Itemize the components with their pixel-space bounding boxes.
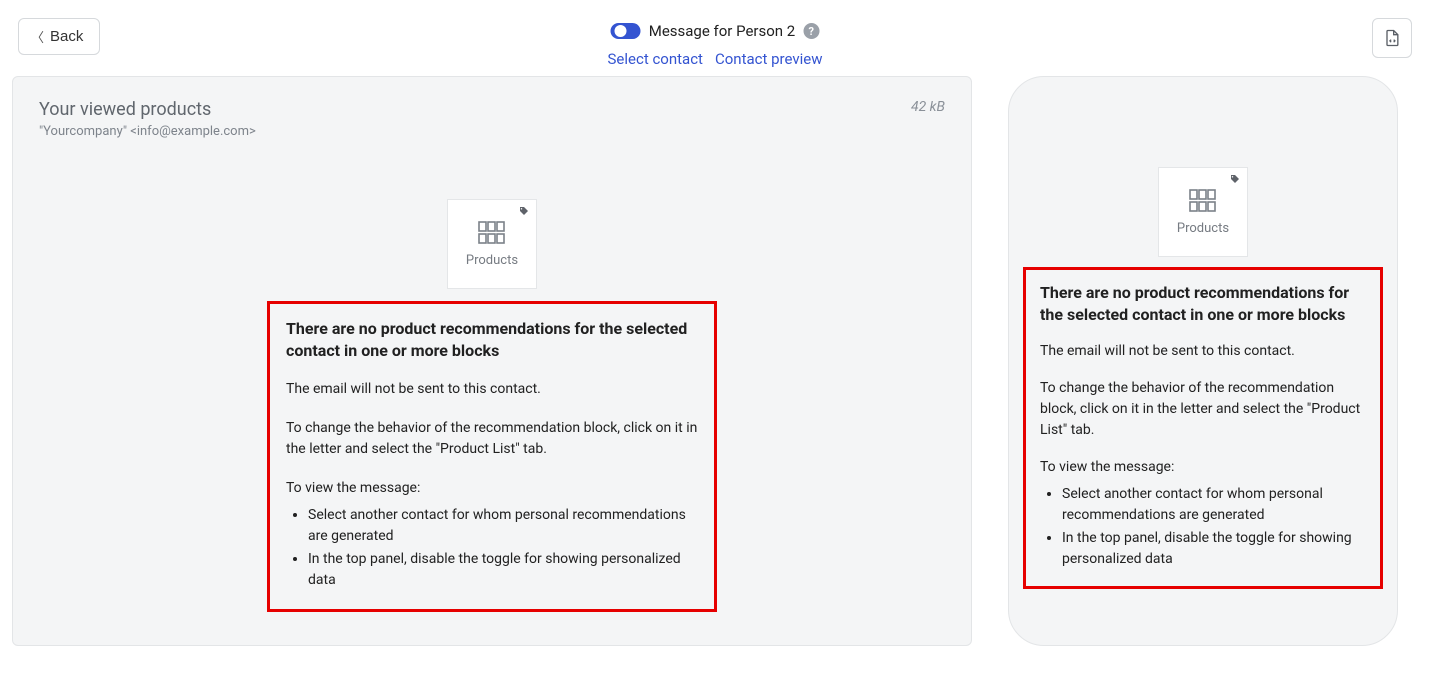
alert-line-3-mobile: To view the message: [1040, 457, 1366, 478]
alert-line-1-mobile: The email will not be sent to this conta… [1040, 341, 1366, 362]
tag-icon [1229, 174, 1241, 189]
mobile-preview-card: Products There are no product recommenda… [1008, 76, 1398, 646]
products-block[interactable]: Products [447, 199, 537, 289]
personalized-toggle[interactable] [611, 23, 641, 39]
code-file-icon [1382, 28, 1402, 48]
back-button[interactable]: 〈 Back [18, 18, 100, 55]
alert-line-3: To view the message: [286, 478, 698, 499]
alert-line-1: The email will not be sent to this conta… [286, 379, 698, 400]
email-subject: Your viewed products [39, 99, 945, 120]
top-center-controls: Message for Person 2 ? Select contact Co… [608, 22, 823, 68]
alert-heading: There are no product recommendations for… [286, 318, 698, 361]
products-block-label: Products [466, 253, 518, 268]
no-recommendations-alert: There are no product recommendations for… [267, 301, 717, 612]
back-button-label: Back [50, 28, 83, 45]
products-block-label-mobile: Products [1177, 221, 1229, 236]
email-size: 42 kB [911, 99, 945, 115]
code-icon-button[interactable] [1372, 18, 1412, 58]
chevron-left-icon: 〈 [31, 27, 44, 46]
grid-icon [1189, 189, 1217, 213]
alert-bullet-1: Select another contact for whom personal… [308, 505, 698, 547]
toggle-knob [615, 25, 627, 37]
desktop-preview-card: Your viewed products "Yourcompany" <info… [12, 76, 972, 646]
no-recommendations-alert-mobile: There are no product recommendations for… [1023, 267, 1383, 589]
select-contact-link[interactable]: Select contact [608, 50, 703, 68]
tag-icon [518, 206, 530, 221]
alert-bullet-1-mobile: Select another contact for whom personal… [1062, 484, 1366, 526]
email-sender: "Yourcompany" <info@example.com> [39, 124, 945, 139]
alert-heading-mobile: There are no product recommendations for… [1040, 282, 1366, 325]
grid-icon [478, 221, 506, 245]
contact-preview-link[interactable]: Contact preview [715, 50, 823, 68]
help-icon[interactable]: ? [803, 23, 819, 39]
toggle-label: Message for Person 2 [649, 22, 796, 40]
alert-line-2: To change the behavior of the recommenda… [286, 418, 698, 460]
products-block-mobile[interactable]: Products [1158, 167, 1248, 257]
alert-bullet-2: In the top panel, disable the toggle for… [308, 549, 698, 591]
alert-line-2-mobile: To change the behavior of the recommenda… [1040, 378, 1366, 441]
alert-bullet-2-mobile: In the top panel, disable the toggle for… [1062, 528, 1366, 570]
